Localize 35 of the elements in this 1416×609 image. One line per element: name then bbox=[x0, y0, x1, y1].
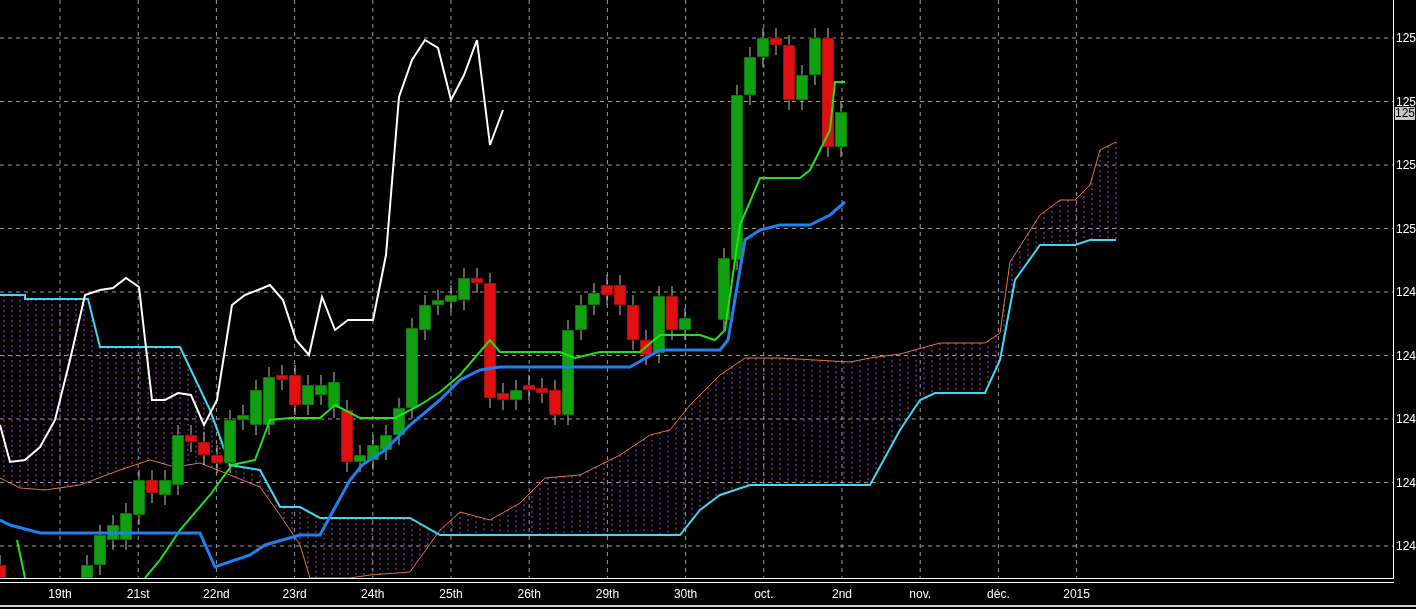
date-label: 29th bbox=[595, 587, 620, 601]
candlestick bbox=[509, 379, 523, 411]
date-label: 21st bbox=[126, 587, 150, 601]
date-label: 2nd bbox=[832, 587, 852, 601]
candlestick bbox=[301, 374, 315, 416]
candlestick bbox=[106, 514, 120, 551]
date-label: 30th bbox=[673, 587, 698, 601]
price-label: 125 bbox=[1396, 158, 1416, 172]
price-label: 124 bbox=[1396, 475, 1416, 490]
candlestick bbox=[366, 434, 380, 471]
date-label: 26th bbox=[517, 587, 541, 601]
price-label: 124 bbox=[1396, 348, 1416, 363]
candlestick bbox=[613, 274, 627, 316]
candlestick bbox=[600, 274, 614, 306]
date-label: 2015 bbox=[1063, 587, 1090, 601]
candlestick bbox=[522, 374, 536, 401]
price-label: 125 bbox=[1396, 221, 1416, 236]
price-label: 124 bbox=[1396, 539, 1416, 553]
candlestick bbox=[119, 502, 133, 551]
date-label: oct. bbox=[754, 587, 774, 601]
date-label: 24th bbox=[361, 587, 385, 601]
date-label: 19th bbox=[48, 587, 72, 601]
candlestick bbox=[379, 424, 393, 461]
date-label: 23rd bbox=[282, 587, 307, 601]
date-label: 22nd bbox=[203, 587, 230, 601]
price-label: 124 bbox=[1396, 285, 1416, 299]
price-label: 125 bbox=[1396, 94, 1416, 109]
date-label: nov. bbox=[909, 587, 932, 601]
candlestick bbox=[587, 282, 601, 316]
price-label: 124 bbox=[1396, 412, 1416, 426]
current-price-label: 125 bbox=[1395, 107, 1416, 120]
price-label: 125 bbox=[1396, 31, 1416, 45]
candlestick bbox=[197, 431, 211, 466]
date-label: 25th bbox=[439, 587, 463, 601]
date-label: déc. bbox=[987, 587, 1010, 601]
